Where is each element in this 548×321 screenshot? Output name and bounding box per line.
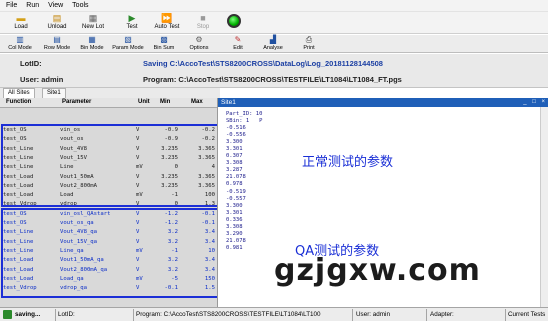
header-unit[interactable]: Unit [138,99,150,105]
status-divider [55,309,56,321]
menu-bar: File Run View Tools [0,0,548,12]
site1-title: Site1 [221,99,236,106]
sum-icon: ▩ [160,35,168,44]
part-id-line: Part_ID: 10 [226,111,263,117]
status-lot: LotID: [58,311,75,318]
saving-path: Saving C:\AccoTest\STS8200CROSS\DataLog\… [143,59,383,68]
header-parameter[interactable]: Parameter [62,99,91,105]
watermark: gzjgxw.com [274,253,481,288]
site-tabs: All Sites Site1 [0,88,220,98]
vertical-scrollbar[interactable] [540,107,548,307]
tab-all-sites[interactable]: All Sites [3,88,35,98]
tab-site1[interactable]: Site1 [42,88,66,98]
status-adapter: Adapter: [430,311,454,318]
play-icon: ▶ [128,13,136,23]
site-value: -0.557 [226,195,246,202]
test-button[interactable]: ▶ Test [117,13,147,33]
options-button[interactable]: ⚙ Options [186,35,212,53]
site1-values: Part_ID: 10 SBin: 1 P -0.516 -0.556 3.300 3… [226,111,326,252]
edit-icon: ✎ [234,35,242,44]
site-value: 0.336 [226,216,243,223]
site-value: 3.290 [226,230,243,237]
bin-icon: ▦ [88,35,96,44]
grid-header: Function Parameter Unit Min Max [0,98,217,108]
chart-icon: ▟ [269,35,277,44]
window-buttons-icon[interactable]: _ □ × [523,98,547,107]
status-divider [133,309,134,321]
user-label: User: admin [20,75,64,84]
options-icon: ⚙ [195,35,203,44]
site-value: 3.300 [226,202,243,209]
header-function[interactable]: Function [6,99,31,105]
load-button[interactable]: ▬ Load [6,13,36,33]
site-value: 21.078 [226,174,246,181]
header-min[interactable]: Min [160,99,170,105]
new-lot-button[interactable]: ▦ New Lot [78,13,108,33]
menu-run[interactable]: Run [26,2,39,9]
unload-button[interactable]: ▤ Unload [42,13,72,33]
status-divider [352,309,353,321]
site-value: 3.301 [226,209,243,216]
stop-button[interactable]: ■ Stop [188,13,218,33]
view-toolbar: ▥ Col Mode ▤ Row Mode ▦ Bin Mode ▧ Param… [0,35,548,53]
site-value-list: -0.516 -0.556 3.300 3.301 0.307 3.308 3.287 21.… [226,125,326,252]
saving-status-icon [3,310,12,319]
new-lot-icon: ▦ [88,13,98,23]
analyse-button[interactable]: ▟ Analyse [260,35,286,53]
col-mode-button[interactable]: ▥ Col Mode [7,35,33,53]
row-icon: ▤ [53,35,61,44]
edit-button[interactable]: ✎ Edit [228,35,248,53]
saving-status: saving... [15,311,41,318]
site-value: -0.556 [226,132,246,139]
printer-icon: ⎙ [305,35,313,44]
fast-forward-icon: ⏩ [161,13,173,23]
status-light-icon [227,14,241,28]
bin-sum-button[interactable]: ▩ Bin Sum [151,35,177,53]
site-value: -0.519 [226,188,246,195]
print-button[interactable]: ⎙ Print [298,35,320,53]
site1-title-bar[interactable]: Site1 _ □ × [218,98,548,107]
param-icon: ▧ [124,35,132,44]
status-user: User: admin [356,311,390,318]
menu-view[interactable]: View [48,2,63,9]
site-value: 3.308 [226,223,243,230]
menu-file[interactable]: File [6,2,17,9]
status-divider [426,309,427,321]
site-value: 3.300 [226,139,243,146]
qa-params-highlight [1,208,225,298]
normal-params-note: 正常测试的参数 [302,155,394,170]
lot-id-label: LotID: [20,59,42,68]
folder-icon: ▬ [16,13,26,23]
row-mode-button[interactable]: ▤ Row Mode [42,35,72,53]
status-divider [505,309,506,321]
menu-tools[interactable]: Tools [72,2,88,9]
status-program: Program: C:\AccoTest\STS8200CROSS\TESTFI… [136,311,321,318]
stop-icon: ■ [200,13,206,23]
site-value: 0.978 [226,181,243,188]
info-panel: LotID: User: admin Saving C:\AccoTest\ST… [0,54,548,88]
param-mode-button[interactable]: ▧ Param Mode [111,35,145,53]
bin-mode-button[interactable]: ▦ Bin Mode [78,35,106,53]
site-value: -0.516 [226,125,246,132]
status-bar: saving... LotID: Program: C:\AccoTest\ST… [0,307,548,321]
normal-params-highlight [1,124,219,207]
auto-test-button[interactable]: ⏩ Auto Test [152,13,182,33]
unload-icon: ▤ [52,13,62,23]
column-icon: ▥ [16,35,24,44]
main-toolbar: ▬ Load ▤ Unload ▦ New Lot ▶ Test ⏩ Auto … [0,12,548,34]
program-path: Program: C:\AccoTest\STS8200CROSS\TESTFI… [143,75,402,84]
status-current: Current Tests [508,311,546,318]
sbin-line: SBin: 1 P [226,118,263,125]
header-max[interactable]: Max [191,99,203,105]
